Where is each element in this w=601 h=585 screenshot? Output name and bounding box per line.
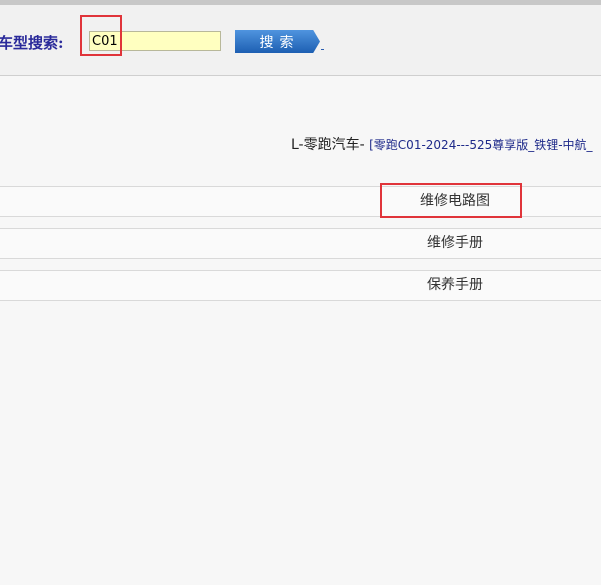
menu-row-maintenance-manual: 保养手册 [0, 270, 601, 301]
search-button[interactable]: 搜索 [235, 30, 320, 53]
search-input-wrapper [89, 31, 221, 51]
vehicle-title: L-零跑汽车- [零跑C01-2024---525尊享版_铁锂-中航_ [291, 134, 593, 154]
search-button-label: 搜索 [259, 34, 300, 51]
separator-dot [321, 49, 324, 50]
menu-item-wiring-diagram[interactable]: 维修电路图 [420, 187, 490, 216]
search-input[interactable] [90, 32, 220, 50]
menu-row-wiring-diagram: 维修电路图 [0, 186, 601, 217]
menu-row-repair-manual: 维修手册 [0, 228, 601, 259]
search-label: 车型搜索: [0, 34, 64, 52]
menu-item-maintenance-manual[interactable]: 保养手册 [427, 271, 483, 300]
vehicle-brand: L-零跑汽车- [291, 137, 365, 153]
search-bar: 车型搜索: 搜索 [0, 5, 601, 76]
vehicle-detail: [零跑C01-2024---525尊享版_铁锂-中航_ [369, 138, 593, 152]
menu-item-repair-manual[interactable]: 维修手册 [427, 229, 483, 258]
